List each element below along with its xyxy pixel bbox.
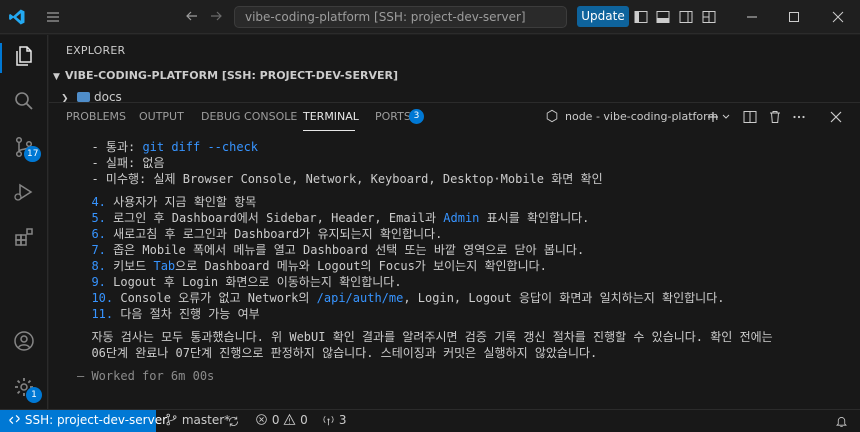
minimize-icon[interactable] [744,9,760,25]
terminal-line: 7. 좁은 Mobile 폭에서 메뉴를 열고 Dashboard 선택 또는 … [77,243,585,257]
title-bar: vibe-coding-platform [SSH: project-dev-s… [0,0,860,34]
terminal-line: 8. 키보드 Tab으로 Dashboard 메뉴와 Logout의 Focus… [77,259,547,273]
error-count: 0 [271,413,280,427]
terminal-line: 9. Logout 후 Login 화면으로 이동하는지 확인합니다. [77,275,402,289]
toggle-primary-sidebar-icon[interactable] [633,9,649,25]
workspace-folder-name: VIBE-CODING-PLATFORM [SSH: PROJECT-DEV-S… [65,69,399,82]
remote-indicator[interactable]: SSH: project-dev-server [0,410,167,432]
close-panel-icon[interactable] [828,109,844,125]
status-bar: SSH: project-dev-server master* 0 0 3 [0,409,860,432]
split-terminal-icon[interactable] [742,109,758,125]
forwarded-ports-indicator[interactable]: 3 [322,413,346,427]
terminal-line: 자동 검사는 모두 통과했습니다. 위 WebUI 확인 결과를 알려주시면 검… [77,330,773,344]
branch-indicator[interactable]: master* [165,413,230,427]
terminal-line: 10. Console 오류가 없고 Network의 /api/auth/me… [77,291,725,305]
vscode-logo-icon[interactable] [8,8,26,26]
ports-antenna-icon [323,415,334,426]
run-debug-icon[interactable] [12,180,36,204]
search-icon[interactable] [12,89,36,113]
extensions-icon[interactable] [12,225,36,249]
terminal-output[interactable]: - 통과: git diff --check - 실패: 없음 - 미수행: 실… [77,139,857,384]
menu-icon[interactable] [45,9,61,25]
ports-count: 3 [338,413,347,427]
toggle-secondary-sidebar-icon[interactable] [678,9,694,25]
terminal-line: 11. 다음 절차 진행 가능 여부 [77,307,260,321]
back-arrow-icon[interactable] [184,8,200,24]
forward-arrow-icon[interactable] [208,8,224,24]
terminal-instance-name[interactable]: node - vibe-coding-platform [565,110,718,123]
terminal-line: 5. 로그인 후 Dashboard에서 Sidebar, Header, Em… [77,211,590,225]
source-control-badge: 17 [24,146,42,162]
terminal-line: 06단계 완료나 07단계 진행으로 판정하지 않습니다. 스테이징과 커밋은 … [77,346,598,360]
tab-ports[interactable]: PORTS [375,110,411,123]
notifications-bell-icon[interactable] [835,415,848,428]
folder-icon [77,92,90,102]
customize-layout-icon[interactable] [701,9,717,25]
tree-item-label: docs [94,90,122,102]
terminal-line: - 실패: 없음 [77,156,165,170]
remote-icon [9,415,20,424]
toggle-panel-icon[interactable] [655,9,671,25]
maximize-icon[interactable] [786,9,802,25]
bottom-panel: PROBLEMS OUTPUT DEBUG CONSOLE TERMINAL P… [49,102,860,409]
terminal-line: 6. 새로고침 후 로그인과 Dashboard가 유지되는지 확인합니다. [77,227,443,241]
explorer-title: EXPLORER [66,44,126,57]
warning-icon [283,413,296,425]
terminal-line: 4. 사용자가 지금 확인할 항목 [77,195,257,209]
more-actions-icon[interactable] [791,109,807,125]
new-terminal-plus-icon[interactable] [705,109,721,125]
worked-duration: — Worked for 6m 00s [77,369,215,383]
branch-label: master* [181,413,231,427]
close-window-icon[interactable] [830,9,846,25]
warning-count: 0 [300,413,308,427]
kill-terminal-trash-icon[interactable] [767,109,783,125]
active-indicator [0,43,2,73]
ports-badge: 3 [409,109,424,124]
workspace-folder-header[interactable]: ▼ VIBE-CODING-PLATFORM [SSH: PROJECT-DEV-… [53,69,398,82]
active-tab-indicator [303,130,355,131]
activity-bar: 17 1 [0,35,48,409]
terminal-line: - 미수행: 실제 Browser Console, Network, Keyb… [77,172,603,186]
update-button[interactable]: Update [577,6,629,27]
settings-badge: 1 [26,387,42,403]
tree-item-docs[interactable]: ❯ docs [61,90,122,102]
explorer-sidebar: EXPLORER ▼ VIBE-CODING-PLATFORM [SSH: PRO… [49,35,860,102]
sync-icon[interactable] [227,415,240,428]
tab-output[interactable]: OUTPUT [139,110,184,123]
chevron-down-icon: ▼ [53,72,60,82]
chevron-right-icon: ❯ [61,94,69,102]
terminal-node-icon [546,109,558,123]
git-branch-icon [166,413,177,426]
error-icon [256,414,267,425]
remote-label: SSH: project-dev-server [24,413,168,427]
explorer-files-icon[interactable] [12,44,36,68]
account-icon[interactable] [12,329,36,353]
command-center-search[interactable]: vibe-coding-platform [SSH: project-dev-s… [234,6,567,28]
terminal-line: - 통과: git diff --check [77,140,259,154]
tab-terminal[interactable]: TERMINAL [303,110,359,123]
tab-problems[interactable]: PROBLEMS [66,110,126,123]
problems-indicator[interactable]: 0 0 [255,413,308,427]
terminal-dropdown-chevron-icon[interactable] [721,110,731,124]
tab-debug-console[interactable]: DEBUG CONSOLE [201,110,297,123]
